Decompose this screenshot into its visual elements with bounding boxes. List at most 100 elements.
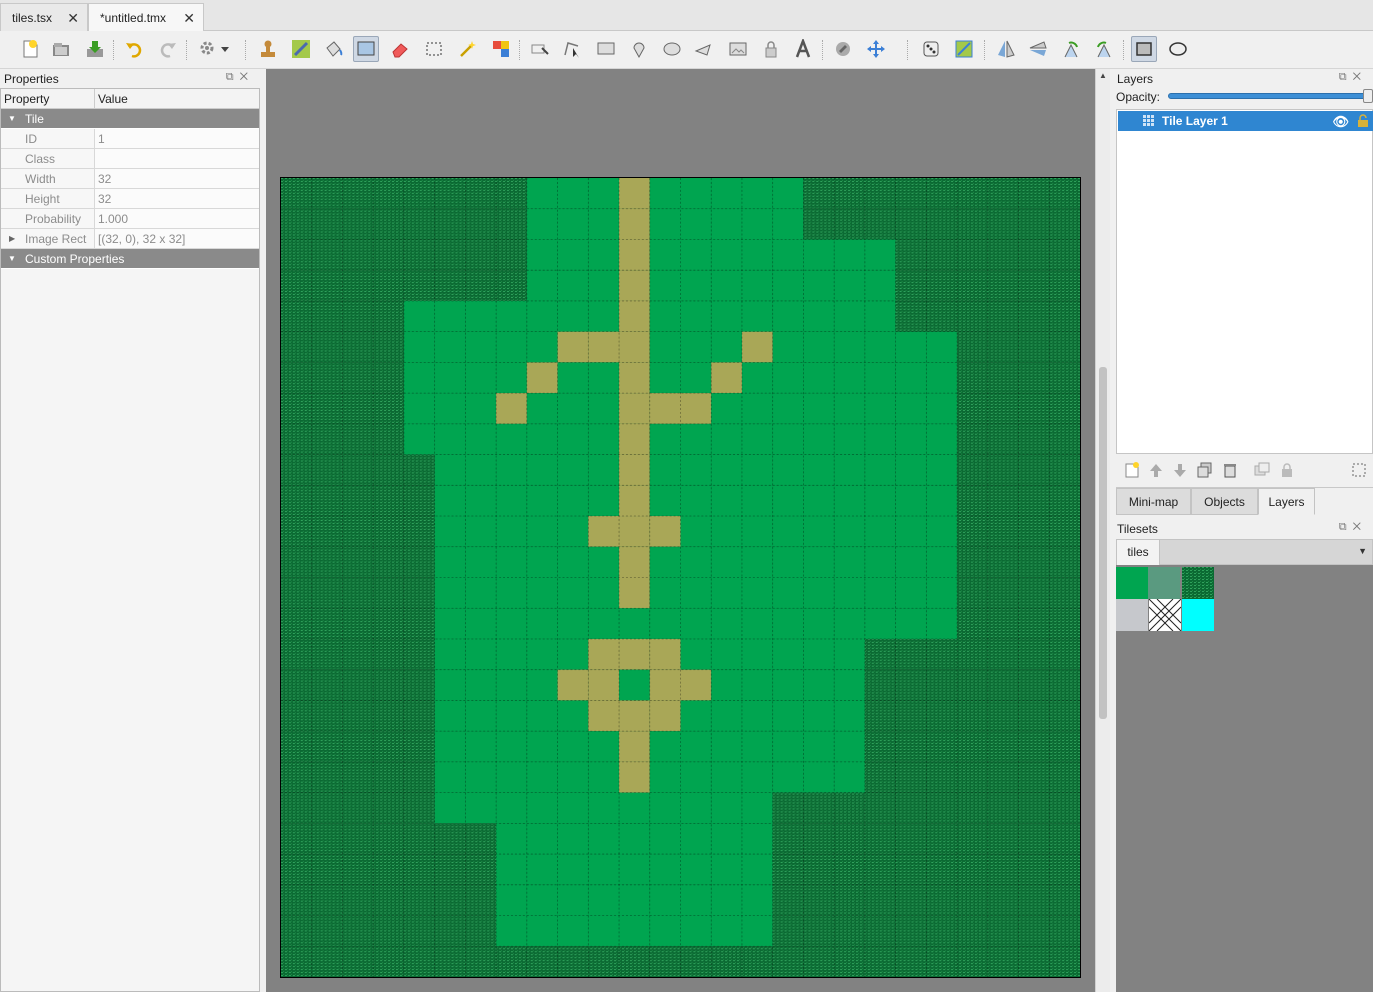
map-tile[interactable] (434, 178, 466, 209)
map-tile[interactable] (957, 700, 988, 732)
map-tile[interactable] (373, 423, 404, 455)
property-row-height[interactable]: Height 32 (1, 189, 259, 209)
map-tile[interactable] (588, 208, 620, 240)
map-tile[interactable] (403, 270, 435, 301)
map-tile[interactable] (526, 239, 558, 271)
map-tile[interactable] (987, 454, 1019, 486)
map-tile[interactable] (465, 362, 497, 394)
map-tile[interactable] (680, 792, 712, 824)
map-tile[interactable] (987, 823, 1019, 855)
map-tile[interactable] (834, 792, 865, 824)
map-tile[interactable] (373, 700, 404, 732)
map-tile[interactable] (1049, 946, 1080, 977)
map-tile[interactable] (342, 178, 374, 209)
map-tile[interactable] (496, 362, 527, 394)
map-tile[interactable] (864, 178, 896, 209)
map-tile[interactable] (588, 546, 620, 578)
map-tile[interactable] (1049, 178, 1080, 209)
map-tile[interactable] (281, 884, 312, 916)
map-tile[interactable] (373, 300, 404, 332)
slider-handle[interactable] (1363, 89, 1373, 103)
map-tile[interactable] (465, 638, 497, 670)
map-tile[interactable] (403, 178, 435, 209)
tileset-tile-grey-green[interactable] (1148, 567, 1180, 599)
map-tile[interactable] (864, 915, 896, 947)
map-tile[interactable] (403, 362, 435, 394)
property-value[interactable]: 32 (95, 189, 259, 208)
map-tile[interactable] (496, 854, 527, 885)
map-tile[interactable] (434, 608, 466, 639)
map-tile[interactable] (864, 884, 896, 916)
map-tile[interactable] (772, 792, 804, 824)
tileset-tile-crossed[interactable] (1149, 599, 1181, 631)
map-tile[interactable] (403, 239, 435, 271)
map-tile[interactable] (803, 854, 835, 885)
vertical-scrollbar[interactable]: ▲ (1095, 69, 1110, 992)
map-tile[interactable] (281, 669, 312, 701)
map-tile[interactable] (803, 393, 835, 424)
map-tile[interactable] (465, 393, 497, 424)
map-tile[interactable] (557, 946, 589, 977)
map-tile[interactable] (711, 485, 742, 517)
rotate-right-icon[interactable] (1091, 36, 1117, 62)
map-tile[interactable] (281, 423, 312, 455)
map-tile[interactable] (1018, 208, 1050, 240)
map-tile[interactable] (803, 823, 835, 855)
map-tile[interactable] (711, 270, 742, 301)
dropdown-arrow-icon[interactable] (218, 36, 232, 62)
flip-horizontal-icon[interactable] (993, 36, 1019, 62)
map-tile[interactable] (1049, 362, 1080, 394)
map-tile[interactable] (342, 669, 374, 701)
map-tile[interactable] (403, 915, 435, 947)
map-tile[interactable] (957, 485, 988, 517)
open-file-icon[interactable] (48, 36, 74, 62)
map-tile[interactable] (619, 731, 650, 762)
map-tile[interactable] (803, 792, 835, 824)
map-tile[interactable] (465, 331, 497, 363)
map-tile[interactable] (895, 638, 927, 670)
map-tile[interactable] (803, 331, 835, 363)
map-tile[interactable] (311, 608, 343, 639)
map-tile[interactable] (281, 761, 312, 793)
map-tile[interactable] (772, 761, 804, 793)
map-tile[interactable] (311, 915, 343, 947)
map-tile[interactable] (588, 854, 620, 885)
map-tile[interactable] (373, 946, 404, 977)
dock-buttons[interactable]: ⧉✕ (1339, 71, 1367, 84)
map-tile[interactable] (434, 239, 466, 271)
map-tile[interactable] (1049, 577, 1080, 609)
map-tile[interactable] (1049, 731, 1080, 762)
map-tile[interactable] (711, 854, 742, 885)
map-tile[interactable] (772, 178, 804, 209)
map-tile[interactable] (772, 884, 804, 916)
map-tile[interactable] (895, 884, 927, 916)
map-tile[interactable] (834, 423, 865, 455)
map-tile[interactable] (373, 915, 404, 947)
map-tile[interactable] (526, 669, 558, 701)
map-tile[interactable] (711, 577, 742, 609)
chevron-down-icon[interactable]: ▼ (1358, 546, 1367, 556)
map-tile[interactable] (987, 423, 1019, 455)
map-tile[interactable] (1018, 331, 1050, 363)
map-tile[interactable] (772, 270, 804, 301)
map-tile[interactable] (741, 700, 773, 732)
lower-layer-icon[interactable] (1171, 461, 1189, 479)
tileset-tile-light-grey[interactable] (1116, 599, 1148, 631)
map-tile[interactable] (649, 854, 681, 885)
map-tile[interactable] (834, 884, 865, 916)
map-tile[interactable] (711, 362, 742, 394)
map-tile[interactable] (834, 638, 865, 670)
map-tile[interactable] (281, 946, 312, 977)
map-tile[interactable] (803, 700, 835, 732)
map-tile[interactable] (926, 485, 958, 517)
insert-point-icon[interactable] (626, 36, 652, 62)
map-tile[interactable] (557, 608, 589, 639)
map-tile[interactable] (680, 854, 712, 885)
map-tile[interactable] (895, 915, 927, 947)
map-tile[interactable] (311, 823, 343, 855)
map-tile[interactable] (957, 946, 988, 977)
map-tile[interactable] (803, 516, 835, 547)
map-tile[interactable] (311, 454, 343, 486)
map-tile[interactable] (895, 946, 927, 977)
map-tile[interactable] (1018, 454, 1050, 486)
